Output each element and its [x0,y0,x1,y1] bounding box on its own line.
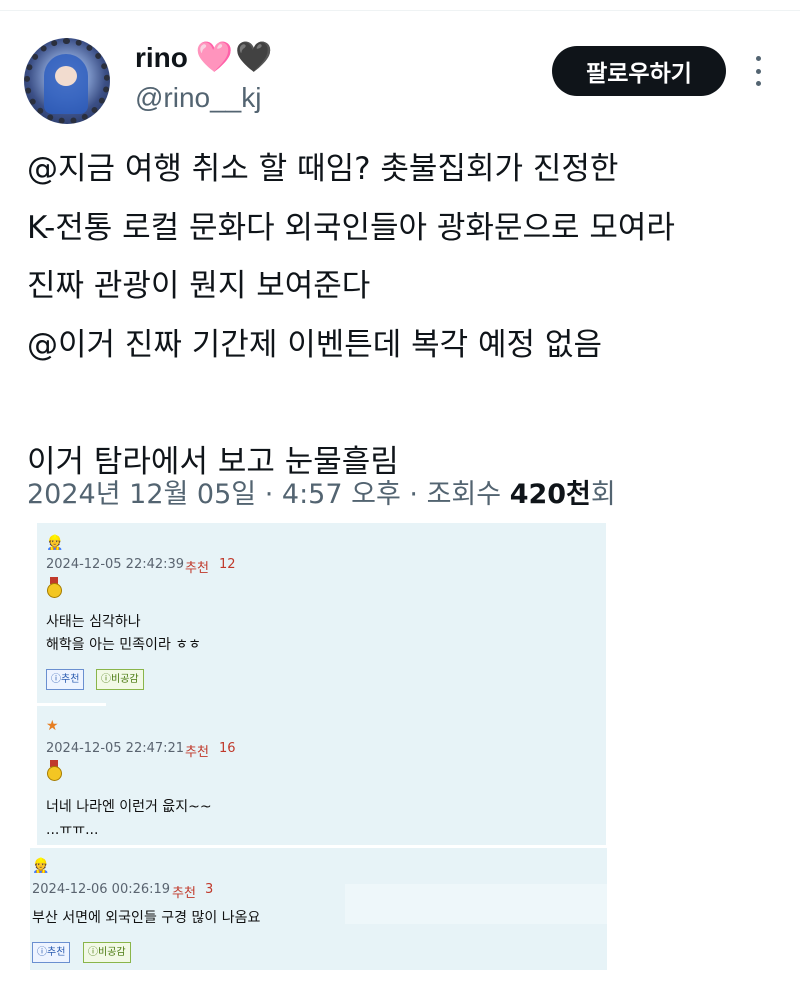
recommend-button[interactable]: ⓘ추천 [46,669,85,690]
comment-body: 사태는 심각하나 해학을 아는 민족이라 ㅎㅎ [46,611,201,657]
tweet-text: @지금 여행 취소 할 때임? 촛불집회가 진정한 K-전통 로컬 문화다 외국… [27,140,787,491]
comment-date: 2024-12-06 00:26:19 [32,882,171,897]
tweet-time[interactable]: 4:57 오후 [282,479,401,510]
comment-body: 너네 나라엔 이런거 읎지~~ ...ㅠㅠ... [46,796,212,842]
info-icon: ⓘ [51,674,61,685]
pink-heart-icon: 🩷 [195,40,234,75]
meta-separator: · [264,479,282,510]
tweet-line: @이거 진짜 기간제 이벤튼데 복각 예정 없음 [27,326,602,363]
views-count: 420천 [509,479,591,510]
tweet-line: K-전통 로컬 문화다 외국인들아 광화문으로 모여라 [27,209,675,246]
not-agree-button[interactable]: ⓘ비공감 [83,942,131,963]
info-icon: ⓘ [101,674,111,685]
comment-rec-label: 추천 [185,745,209,760]
star-icon: ★ [46,718,59,734]
info-icon: ⓘ [88,947,98,958]
comment-rec-label: 추천 [185,561,209,576]
tweet-date[interactable]: 2024년 12월 05일 [27,479,256,510]
avatar[interactable] [24,38,110,124]
user-level-icon: 👷 [32,858,50,874]
follow-button[interactable]: 팔로우하기 [552,46,726,96]
views-label: 조회수 [426,479,502,510]
meta-separator: · [409,479,427,510]
tweet-meta: 2024년 12월 05일 · 4:57 오후 · 조회수 420천회 [27,472,616,511]
comment-line: 해학을 아는 민족이라 ㅎㅎ [46,637,202,653]
comment-rec-count: 3 [205,882,214,897]
top-divider [0,10,800,11]
medal-icon [47,577,62,599]
not-agree-button[interactable]: ⓘ비공감 [96,669,144,690]
comment-line: 사태는 심각하나 [46,614,141,630]
info-icon: ⓘ [37,947,47,958]
medal-icon [47,760,62,782]
name-emojis: 🩷 🖤 [196,43,273,73]
comment-rec-count: 16 [219,741,236,756]
author-name-row: rino 🩷 🖤 [135,42,273,74]
avatar-face [55,66,77,86]
tweet-line: @지금 여행 취소 할 때임? 촛불집회가 진정한 [27,151,619,187]
author-handle[interactable]: @rino__kj [135,82,261,114]
user-level-icon: 👷 [46,535,64,551]
author-name[interactable]: rino [135,42,188,74]
tweet-line: 진짜 관광이 뭔지 보여준다 [27,268,371,304]
panel-gap [345,884,607,924]
comment-line: 너네 나라엔 이런거 읎지~~ [46,799,212,815]
comment-line: ...ㅠㅠ... [46,822,99,838]
comment-rec-count: 12 [219,557,236,572]
comment-date: 2024-12-05 22:42:39 [46,557,185,572]
recommend-button[interactable]: ⓘ추천 [32,942,71,963]
comment-rec-label: 추천 [172,886,196,901]
more-options-icon[interactable] [752,56,764,86]
black-heart-icon: 🖤 [235,40,273,75]
views-suffix: 회 [590,479,616,510]
comment-line: 부산 서면에 외국인들 구경 많이 나옴요 [32,910,261,926]
comment-body: 부산 서면에 외국인들 구경 많이 나옴요 [32,907,260,930]
comment-date: 2024-12-05 22:47:21 [46,741,185,756]
panel-gap [37,703,106,706]
